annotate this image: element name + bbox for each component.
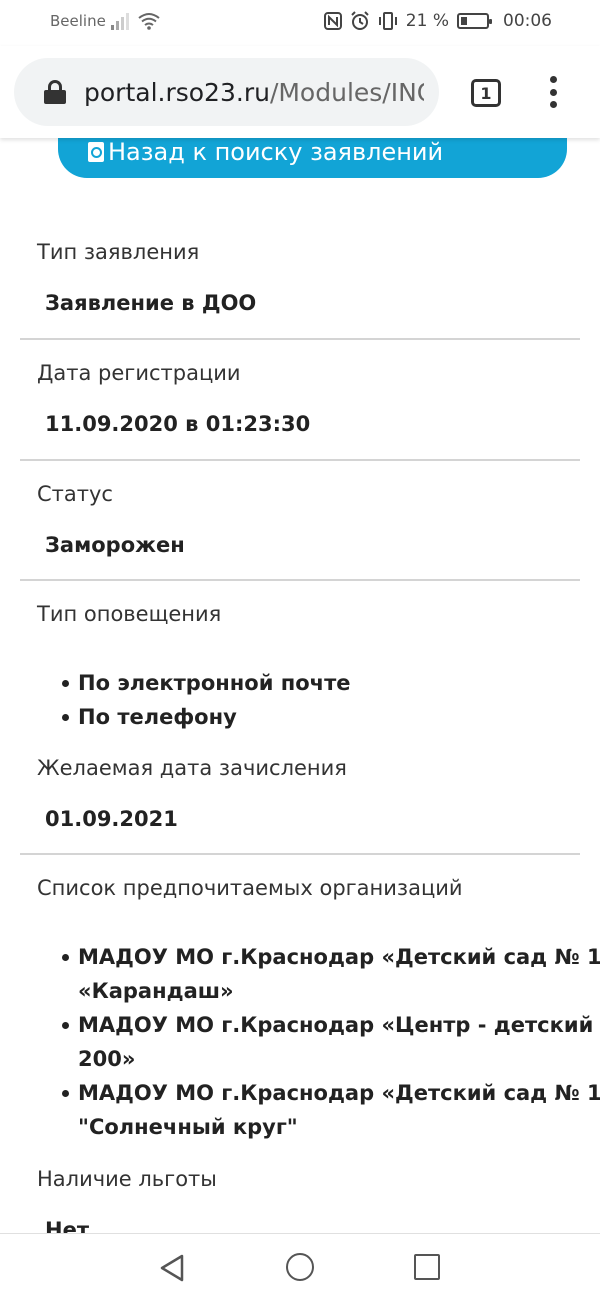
clock: 00:06: [503, 11, 552, 31]
divider: [20, 338, 580, 340]
org-item-line: МАДОУ МО г.Краснодар «Детский сад № 176: [78, 945, 600, 969]
carrier-name: Beeline: [50, 12, 106, 30]
search-document-icon: [88, 142, 104, 162]
org-item-line: 200»: [78, 1047, 136, 1071]
orgs-list: МАДОУ МО г.Краснодар «Детский сад № 176 …: [62, 940, 600, 1144]
screen: Назад к поиску заявлений Тип заявления З…: [0, 0, 600, 1299]
type-label: Тип заявления: [37, 240, 200, 264]
back-to-search-label: Назад к поиску заявлений: [108, 138, 444, 166]
tab-switcher-button[interactable]: 1: [471, 79, 501, 107]
alarm-icon: [351, 11, 369, 30]
divider: [20, 579, 580, 581]
reg-date-label: Дата регистрации: [37, 361, 241, 385]
org-item-line: МАДОУ МО г.Краснодар «Центр - детский са…: [78, 1013, 600, 1037]
url-domain: portal.rso23.ru: [84, 77, 270, 107]
orgs-label: Список предпочитаемых организаций: [37, 876, 463, 900]
url-text[interactable]: portal.rso23.ru/Modules/INQ: [84, 78, 424, 107]
status-indicators: 21 % 00:06: [323, 11, 552, 31]
url-path: /Modules/INQ: [269, 77, 424, 107]
battery-icon: [457, 13, 492, 29]
lock-icon[interactable]: [44, 80, 66, 104]
vibrate-icon: [378, 12, 397, 30]
nfc-icon: [323, 12, 342, 30]
divider: [20, 853, 580, 855]
notify-item: По электронной почте: [62, 666, 351, 700]
notify-label: Тип оповещения: [37, 602, 222, 626]
battery-percent: 21 %: [405, 11, 449, 31]
org-item: МАДОУ МО г.Краснодар «Центр - детский са…: [62, 1008, 600, 1076]
desired-date-label: Желаемая дата зачисления: [37, 756, 347, 780]
desired-date-value: 01.09.2021: [45, 807, 178, 831]
status-value: Заморожен: [45, 533, 185, 557]
org-item-line: «Карандаш»: [78, 979, 234, 1003]
reg-date-value: 11.09.2020 в 01:23:30: [45, 412, 311, 436]
notify-item: По телефону: [62, 700, 351, 734]
org-item: МАДОУ МО г.Краснодар «Детский сад № 178 …: [62, 1076, 600, 1144]
system-nav-bar: [0, 1233, 600, 1299]
recent-apps-icon[interactable]: [414, 1254, 440, 1280]
type-value: Заявление в ДОО: [45, 291, 257, 315]
divider: [20, 459, 580, 461]
status-bar: Beeline 21 % 00:06: [0, 0, 600, 46]
signal-icon: [111, 13, 129, 30]
back-nav-icon[interactable]: [159, 1254, 185, 1282]
org-item-line: "Солнечный круг": [78, 1115, 298, 1139]
browser-toolbar: portal.rso23.ru/Modules/INQ 1: [0, 46, 600, 138]
status-label: Статус: [37, 482, 113, 506]
overflow-menu-icon[interactable]: [548, 76, 558, 108]
org-item-line: МАДОУ МО г.Краснодар «Детский сад № 178: [78, 1081, 600, 1105]
org-item: МАДОУ МО г.Краснодар «Детский сад № 176 …: [62, 940, 600, 1008]
benefit-label: Наличие льготы: [37, 1167, 217, 1191]
home-nav-icon[interactable]: [286, 1253, 314, 1281]
address-bar[interactable]: portal.rso23.ru/Modules/INQ: [14, 58, 439, 126]
wifi-icon: [138, 13, 160, 30]
connectivity-icons: [110, 12, 160, 30]
notify-list: По электронной почте По телефону: [62, 666, 351, 734]
